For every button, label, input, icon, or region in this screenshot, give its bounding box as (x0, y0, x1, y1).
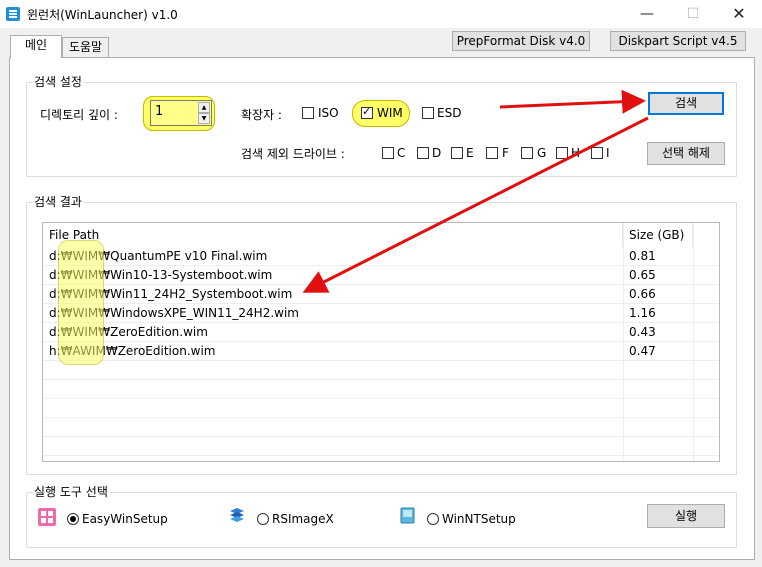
run-tool-title: 실행 도구 선택 (32, 483, 110, 500)
search-settings-group (26, 82, 737, 177)
ext-esd-checkbox[interactable] (422, 107, 434, 119)
ext-esd-label: ESD (437, 106, 462, 120)
easywinsetup-radio[interactable] (67, 513, 79, 525)
empty-row (43, 418, 719, 437)
ext-iso-checkbox[interactable] (302, 107, 314, 119)
empty-row (43, 361, 719, 380)
drive-i-label: I (606, 146, 610, 160)
maximize-button[interactable]: ☐ (670, 0, 716, 28)
rsimagex-label: RSImageX (272, 512, 334, 526)
diskpart-button[interactable]: Diskpart Script v4.5 (610, 31, 746, 51)
ext-wim-label: WIM (377, 106, 403, 120)
row-size: 0.47 (629, 344, 656, 358)
drive-g-label: G (537, 146, 547, 160)
table-row[interactable]: d:₩WIM₩WindowsXPE_WIN11_24H2.wim 1.16 (43, 304, 719, 323)
table-row[interactable]: d:₩WIM₩Win11_24H2_Systemboot.wim 0.66 (43, 285, 719, 304)
rsimagex-radio[interactable] (257, 513, 269, 525)
minimize-button[interactable]: — (624, 0, 670, 28)
title-bar: 윈런처(WinLauncher) v1.0 — ☐ ✕ (0, 0, 762, 28)
depth-spinner[interactable]: 1 ▲ ▼ (150, 100, 212, 126)
wim-folder-highlight (58, 240, 104, 365)
row-size: 0.43 (629, 325, 656, 339)
tab-main[interactable]: 메인 (10, 35, 62, 58)
ext-iso-label: ISO (318, 106, 339, 120)
drive-e-checkbox[interactable] (451, 147, 463, 159)
row-size: 1.16 (629, 306, 656, 320)
results-title: 검색 결과 (32, 193, 84, 210)
table-row[interactable]: d:₩WIM₩Win10-13-Systemboot.wim 0.65 (43, 266, 719, 285)
winntsetup-icon (400, 507, 415, 524)
drive-d-checkbox[interactable] (417, 147, 429, 159)
depth-value: 1 (155, 104, 164, 119)
extension-label: 확장자 : (241, 108, 282, 122)
ext-wim-checkbox[interactable] (361, 105, 373, 119)
search-settings-title: 검색 설정 (32, 73, 84, 90)
easywinsetup-label: EasyWinSetup (82, 512, 168, 526)
results-listview[interactable]: File Path Size (GB) d:₩WIM₩QuantumPE v10… (42, 222, 720, 462)
close-button[interactable]: ✕ (716, 0, 762, 28)
table-row[interactable]: d:₩WIM₩ZeroEdition.wim 0.43 (43, 323, 719, 342)
table-row[interactable]: d:₩WIM₩QuantumPE v10 Final.wim 0.81 (43, 247, 719, 266)
drive-g-checkbox[interactable] (521, 147, 533, 159)
spin-up-button[interactable]: ▲ (198, 102, 210, 113)
winntsetup-label: WinNTSetup (442, 512, 516, 526)
row-size: 0.66 (629, 287, 656, 301)
spin-down-button[interactable]: ▼ (198, 113, 210, 124)
tab-help[interactable]: 도움말 (62, 37, 109, 57)
winntsetup-radio[interactable] (427, 513, 439, 525)
column-header-size[interactable]: Size (GB) (623, 223, 693, 247)
drive-c-checkbox[interactable] (382, 147, 394, 159)
prepformat-button[interactable]: PrepFormat Disk v4.0 (452, 31, 590, 51)
table-row[interactable]: h:₩AWIM₩ZeroEdition.wim 0.47 (43, 342, 719, 361)
depth-label: 디렉토리 깊이 : (40, 108, 118, 122)
drive-e-label: E (466, 146, 474, 160)
empty-row (43, 437, 719, 456)
drive-c-label: C (397, 146, 406, 160)
row-size: 0.81 (629, 249, 656, 263)
listview-header: File Path Size (GB) (43, 223, 719, 247)
drive-f-checkbox[interactable] (486, 147, 498, 159)
drive-d-label: D (432, 146, 442, 160)
deselect-button[interactable]: 선택 해제 (647, 142, 725, 165)
empty-row (43, 399, 719, 418)
drive-f-label: F (502, 146, 509, 160)
empty-row (43, 380, 719, 399)
drive-h-checkbox[interactable] (556, 147, 568, 159)
exclude-drives-label: 검색 제외 드라이브 : (241, 147, 345, 161)
window-title: 윈런처(WinLauncher) v1.0 (27, 8, 178, 22)
run-button[interactable]: 실행 (647, 504, 725, 528)
drive-h-label: H (571, 146, 581, 160)
rsimagex-icon (230, 508, 244, 522)
app-icon (6, 7, 20, 21)
row-size: 0.65 (629, 268, 656, 282)
easywinsetup-icon (38, 508, 56, 526)
search-button[interactable]: 검색 (648, 92, 724, 115)
drive-i-checkbox[interactable] (591, 147, 603, 159)
column-header-path[interactable]: File Path (43, 223, 623, 247)
